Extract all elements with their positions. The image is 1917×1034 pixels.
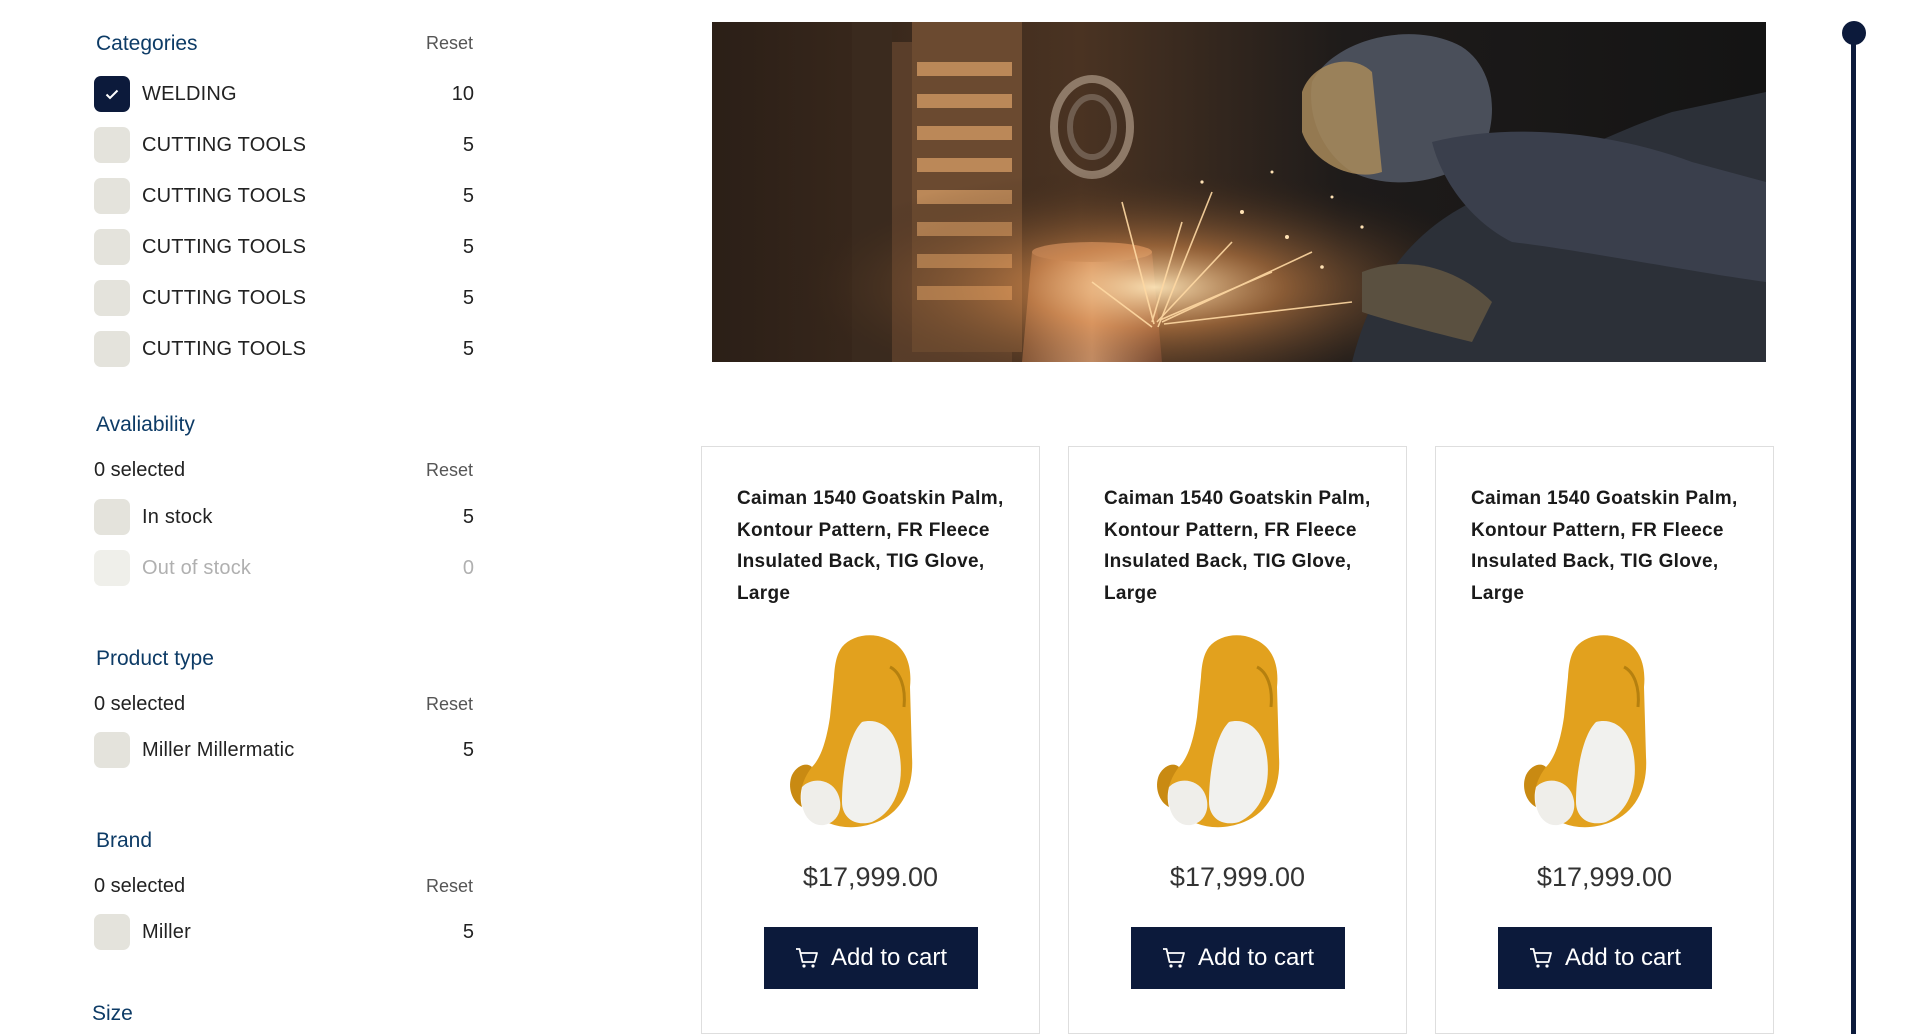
product-price: $17,999.00: [802, 862, 939, 892]
checkbox[interactable]: [94, 280, 130, 316]
checkbox[interactable]: [94, 178, 130, 214]
categories-title: Categories: [96, 32, 198, 55]
scrollbar-thumb[interactable]: [1842, 21, 1866, 45]
option-label: Miller: [142, 920, 191, 943]
availability-option-out-of-stock: Out of stock 0: [94, 549, 474, 587]
category-option-cutting-tools[interactable]: CUTTING TOOLS 5: [94, 279, 474, 317]
product-title[interactable]: Caiman 1540 Goatskin Palm, Kontour Patte…: [737, 483, 1012, 609]
checkbox-disabled: [94, 550, 130, 586]
add-to-cart-label: Add to cart: [1197, 944, 1315, 971]
option-label: CUTTING TOOLS: [142, 133, 307, 156]
checkbox[interactable]: [94, 127, 130, 163]
cart-icon: [795, 948, 818, 968]
add-to-cart-label: Add to cart: [830, 944, 948, 971]
option-count: 5: [462, 235, 474, 258]
add-to-cart-label: Add to cart: [1564, 944, 1682, 971]
glove-icon: [1157, 635, 1280, 828]
welder-banner-image: [712, 22, 1766, 362]
brand-option-miller[interactable]: Miller 5: [94, 913, 474, 951]
category-option-cutting-tools[interactable]: CUTTING TOOLS 5: [94, 126, 474, 164]
scrollbar-track[interactable]: [1851, 30, 1856, 1034]
option-label: Miller Millermatic: [142, 738, 295, 761]
product-price: $17,999.00: [1169, 862, 1306, 892]
option-count: 5: [462, 286, 474, 309]
cart-icon: [1529, 948, 1552, 968]
product-price: $17,999.00: [1536, 862, 1673, 892]
availability-reset-link[interactable]: Reset: [426, 460, 473, 481]
product-type-reset-link[interactable]: Reset: [426, 694, 473, 715]
add-to-cart-button[interactable]: Add to cart: [1131, 927, 1345, 989]
option-label: Out of stock: [142, 556, 252, 579]
product-type-option-miller-millermatic[interactable]: Miller Millermatic 5: [94, 731, 474, 769]
checkbox[interactable]: [94, 914, 130, 950]
brand-selected-count: 0 selected: [94, 875, 186, 897]
category-option-welding[interactable]: WELDING 10: [94, 75, 474, 113]
check-icon: [105, 89, 119, 99]
product-type-selected-count: 0 selected: [94, 693, 186, 715]
product-image[interactable]: [1139, 627, 1339, 837]
add-to-cart-button[interactable]: Add to cart: [764, 927, 978, 989]
hero-banner: [712, 22, 1766, 362]
glove-icon: [1524, 635, 1647, 828]
checkbox[interactable]: [94, 499, 130, 535]
product-image[interactable]: [1506, 627, 1706, 837]
product-title[interactable]: Caiman 1540 Goatskin Palm, Kontour Patte…: [1471, 483, 1746, 609]
checkbox[interactable]: [94, 229, 130, 265]
category-option-cutting-tools[interactable]: CUTTING TOOLS 5: [94, 330, 474, 368]
option-count: 10: [451, 82, 474, 105]
option-label: CUTTING TOOLS: [142, 337, 307, 360]
option-label: WELDING: [142, 82, 237, 105]
checkbox[interactable]: [94, 331, 130, 367]
option-label: CUTTING TOOLS: [142, 184, 307, 207]
brand-reset-link[interactable]: Reset: [426, 876, 473, 897]
cart-icon: [1162, 948, 1185, 968]
option-count: 5: [462, 133, 474, 156]
option-label: In stock: [142, 505, 213, 528]
product-type-title: Product type: [96, 647, 214, 670]
product-card[interactable]: Caiman 1540 Goatskin Palm, Kontour Patte…: [1435, 446, 1774, 1034]
availability-option-in-stock[interactable]: In stock 5: [94, 498, 474, 536]
option-count: 0: [462, 556, 474, 579]
add-to-cart-button[interactable]: Add to cart: [1498, 927, 1712, 989]
option-count: 5: [462, 738, 474, 761]
category-option-cutting-tools[interactable]: CUTTING TOOLS 5: [94, 228, 474, 266]
availability-title: Avaliability: [96, 413, 195, 436]
brand-title: Brand: [96, 829, 153, 852]
product-image[interactable]: [772, 627, 972, 837]
categories-reset-link[interactable]: Reset: [426, 33, 473, 54]
product-title[interactable]: Caiman 1540 Goatskin Palm, Kontour Patte…: [1104, 483, 1379, 609]
option-label: CUTTING TOOLS: [142, 235, 307, 258]
option-count: 5: [462, 505, 474, 528]
checkbox[interactable]: [94, 732, 130, 768]
category-option-cutting-tools[interactable]: CUTTING TOOLS 5: [94, 177, 474, 215]
product-card[interactable]: Caiman 1540 Goatskin Palm, Kontour Patte…: [1068, 446, 1407, 1034]
glove-icon: [790, 635, 913, 828]
product-card[interactable]: Caiman 1540 Goatskin Palm, Kontour Patte…: [701, 446, 1040, 1034]
option-count: 5: [462, 920, 474, 943]
availability-selected-count: 0 selected: [94, 459, 186, 481]
option-count: 5: [462, 184, 474, 207]
checkbox-checked[interactable]: [94, 76, 130, 112]
option-label: CUTTING TOOLS: [142, 286, 307, 309]
option-count: 5: [462, 337, 474, 360]
size-title[interactable]: Size: [92, 1002, 133, 1026]
